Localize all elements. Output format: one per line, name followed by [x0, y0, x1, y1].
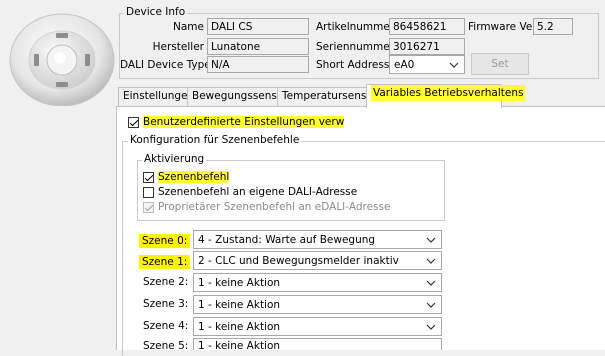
manufacturer-field: Lunatone: [207, 38, 309, 55]
scene-value: 1 - keine Aktion: [198, 276, 281, 289]
checkbox-box[interactable]: [128, 116, 139, 128]
manufacturer-label: Hersteller: [152, 41, 204, 53]
article-label: Artikelnummer: [316, 21, 395, 33]
scene-label-0: Szene 0:: [139, 234, 191, 248]
chevron-down-icon: [426, 280, 436, 286]
chevron-down-icon: [449, 62, 459, 68]
scene-value: 2 - CLC und Bewegungsmelder inaktiv: [198, 254, 399, 267]
firmware-label: Firmware Ver: [468, 21, 537, 33]
scene-select-4[interactable]: 1 - keine Aktion: [193, 317, 442, 336]
activation-option-szenenbefehl[interactable]: Szenenbefehl: [143, 171, 230, 183]
activation-option-label: Szenenbefehl: [158, 171, 230, 183]
scene-config-title: Konfiguration für Szenenbefehle: [128, 134, 302, 146]
short-address-value: eA0: [394, 58, 415, 71]
device-info-title: Device Info: [124, 6, 188, 18]
set-button[interactable]: Set: [471, 53, 529, 75]
short-address-select[interactable]: eA0: [389, 55, 465, 74]
scene-label-4: Szene 4:: [143, 320, 189, 332]
scene-select-2[interactable]: 1 - keine Aktion: [193, 273, 442, 292]
chevron-down-icon: [426, 237, 436, 243]
serial-label: Seriennummer: [316, 41, 395, 53]
device-type-label: DALI Device Type: [120, 59, 211, 71]
checkbox-box[interactable]: [143, 186, 154, 198]
chevron-down-icon: [426, 302, 436, 308]
tab-label: Variables Betriebsverhaltens: [371, 85, 526, 101]
scene-label-2: Szene 2:: [143, 276, 189, 288]
activation-option-label: Proprietärer Szenenbefehl an eDALI-Adres…: [158, 201, 391, 213]
scene-label-1: Szene 1:: [139, 255, 191, 269]
name-field: DALI CS: [207, 18, 309, 35]
tab-label: Temperatursensor: [282, 90, 378, 102]
checkbox-box[interactable]: [143, 171, 154, 183]
article-field: 86458621: [389, 18, 465, 35]
activation-option-label: Szenenbefehl an eigene DALI-Adresse: [158, 186, 358, 198]
activation-option-own-address[interactable]: Szenenbefehl an eigene DALI-Adresse: [143, 186, 357, 198]
name-label: Name: [173, 21, 204, 33]
custom-settings-checkbox[interactable]: Benutzerdefinierte Einstellungen verw: [128, 116, 345, 128]
firmware-field: 5.2: [533, 18, 573, 35]
checkbox-box: [143, 201, 154, 213]
short-address-label: Short Address: [316, 59, 390, 71]
scene-label-3: Szene 3:: [143, 298, 189, 310]
scene-select-5[interactable]: 1 - keine Aktion: [193, 338, 442, 352]
activation-title: Aktivierung: [142, 153, 207, 165]
tab-variables-betriebsverhaltens[interactable]: Variables Betriebsverhaltens: [366, 84, 526, 108]
scene-select-0[interactable]: 4 - Zustand: Warte auf Bewegung: [193, 230, 442, 249]
scene-value: 1 - keine Aktion: [198, 340, 281, 352]
tab-label: Einstellungen: [123, 90, 195, 102]
scene-label-5: Szene 5:: [143, 340, 189, 352]
scene-value: 1 - keine Aktion: [198, 320, 281, 333]
chevron-down-icon: [426, 258, 436, 264]
custom-settings-label: Benutzerdefinierte Einstellungen verw: [143, 116, 345, 128]
scene-value: 4 - Zustand: Warte auf Bewegung: [198, 233, 376, 246]
activation-option-proprietary: Proprietärer Szenenbefehl an eDALI-Adres…: [143, 201, 390, 213]
chevron-down-icon: [426, 324, 436, 330]
sensor-image: [9, 13, 115, 106]
scene-select-3[interactable]: 1 - keine Aktion: [193, 295, 442, 314]
device-type-field: N/A: [207, 56, 309, 73]
scene-select-1[interactable]: 2 - CLC und Bewegungsmelder inaktiv: [193, 251, 442, 270]
serial-field: 3016271: [389, 38, 465, 55]
scene-value: 1 - keine Aktion: [198, 298, 281, 311]
tab-label: Bewegungssensor: [192, 90, 288, 102]
